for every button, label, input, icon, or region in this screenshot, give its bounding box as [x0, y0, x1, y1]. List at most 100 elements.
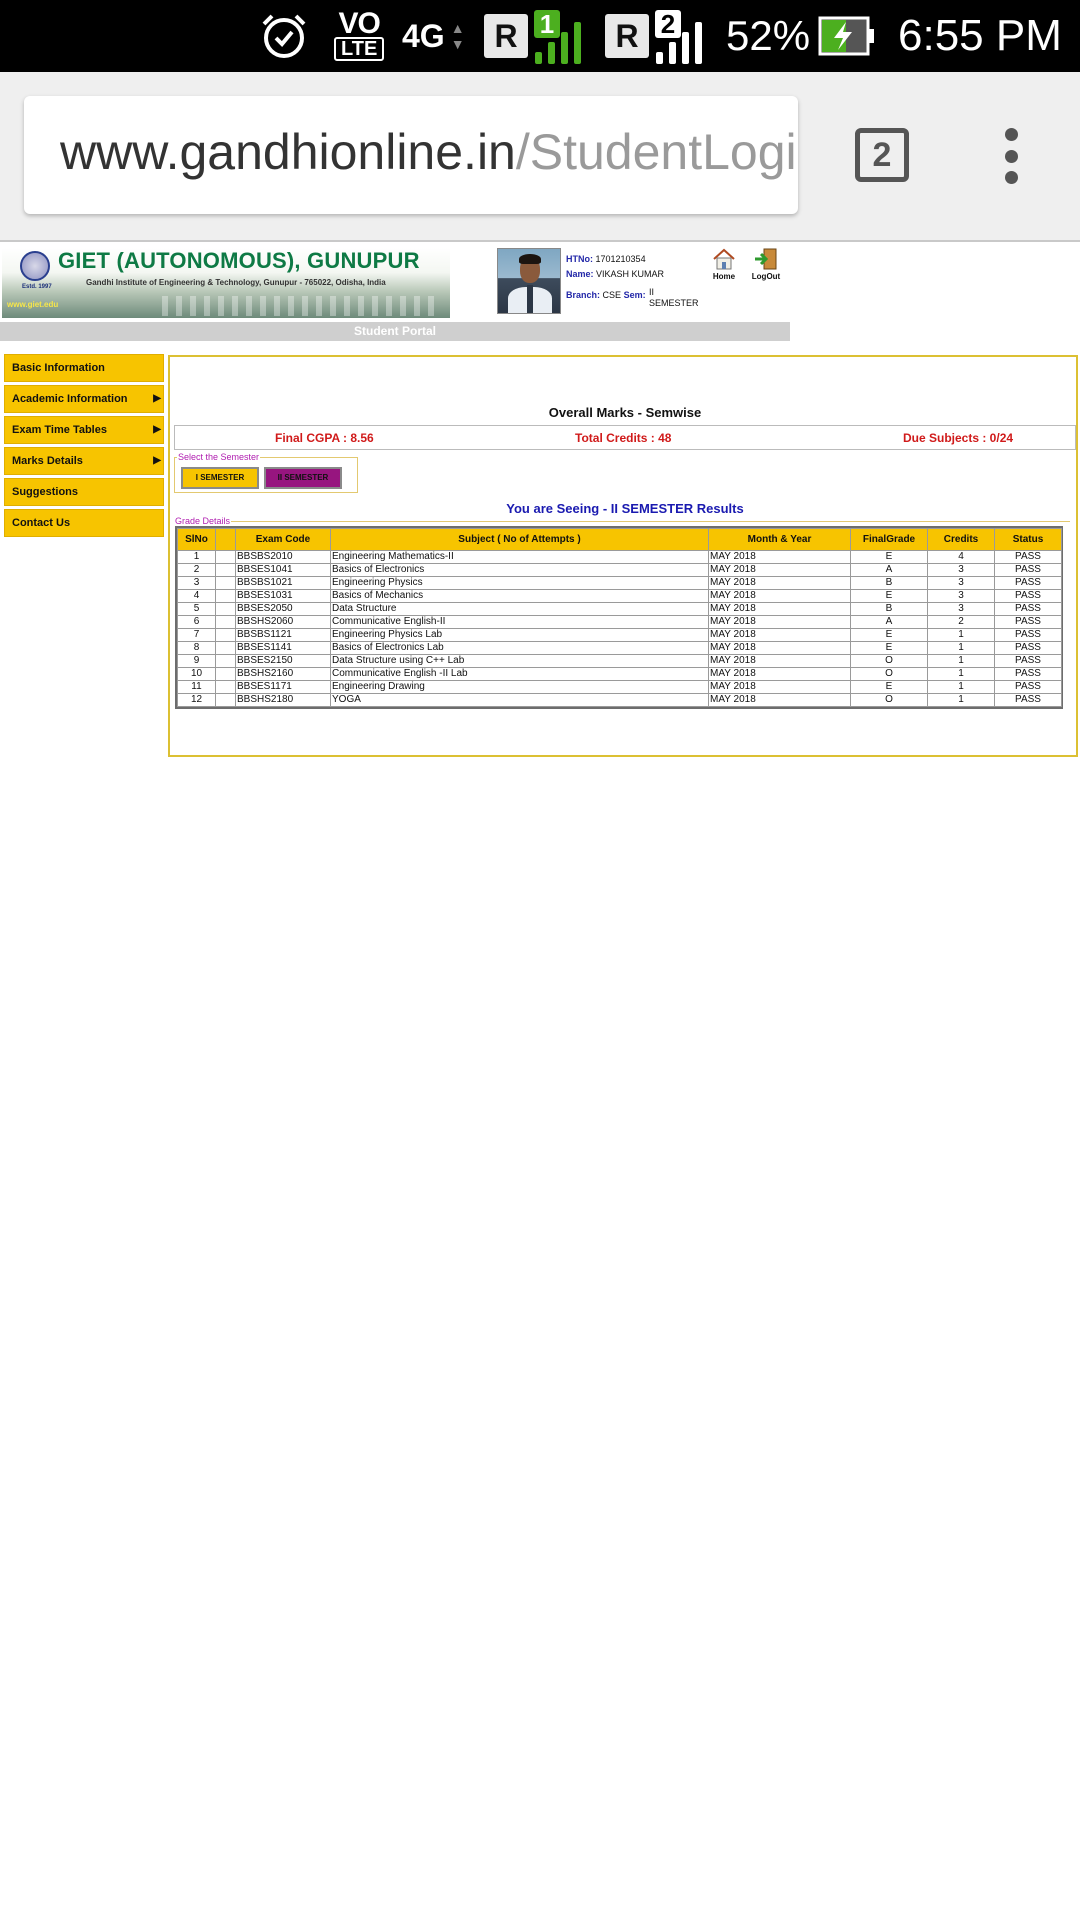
exam-code-cell: BBSES1171 [235, 680, 331, 694]
sidebar-item-label: Exam Time Tables [12, 424, 107, 436]
blank-cell [215, 680, 236, 694]
status-cell: PASS [994, 550, 1062, 564]
grade-table-wrapper: SlNo Exam Code Subject ( No of Attempts … [175, 526, 1063, 709]
browser-toolbar: www.gandhionline.in/StudentLogi 2 [0, 72, 1080, 242]
grade-details: Grade Details SlNo Exam Code Subject ( N… [174, 516, 1070, 709]
month-year-cell: MAY 2018 [708, 563, 851, 577]
blank-cell [215, 641, 236, 655]
alarm-icon [258, 0, 310, 72]
blank-cell [215, 693, 236, 707]
sl-no-cell: 2 [177, 563, 216, 577]
sidebar-item-contact-us[interactable]: Contact Us [4, 509, 164, 537]
htno-label: HTNo: [566, 254, 593, 264]
sidebar-menu: Basic Information Academic Information ▶ … [4, 354, 164, 540]
table-row: 7 BBSBS1121 Engineering Physics Lab MAY 201… [177, 628, 1062, 642]
final-grade-cell: E [850, 628, 928, 642]
subject-cell: Basics of Mechanics [330, 589, 709, 603]
sim2-roaming-badge: R [605, 14, 649, 58]
name-label: Name: [566, 269, 594, 279]
status-cell: PASS [994, 628, 1062, 642]
sidebar-item-marks-details[interactable]: Marks Details ▶ [4, 447, 164, 475]
column-header: Month & Year [708, 528, 851, 551]
exam-code-cell: BBSES1031 [235, 589, 331, 603]
column-header: Status [994, 528, 1062, 551]
table-row: 8 BBSES1141 Basics of Electronics Lab MAY 2… [177, 641, 1062, 655]
semester-1-button[interactable]: I SEMESTER [181, 467, 259, 489]
logout-label: LogOut [751, 272, 781, 281]
month-year-cell: MAY 2018 [708, 602, 851, 616]
sidebar-item-label: Basic Information [12, 362, 105, 374]
semester-2-button[interactable]: II SEMESTER [264, 467, 342, 489]
table-row: 6 BBSHS2060 Communicative English-II MAY 20… [177, 615, 1062, 629]
sidebar-item-academic-information[interactable]: Academic Information ▶ [4, 385, 164, 413]
subject-cell: Data Structure [330, 602, 709, 616]
final-grade-cell: B [850, 602, 928, 616]
sem-value: II SEMESTER [649, 287, 699, 308]
due-subjects: Due Subjects : 0/24 [903, 431, 1014, 445]
address-bar[interactable]: www.gandhionline.in/StudentLogi [24, 96, 798, 214]
home-button[interactable]: Home [707, 248, 741, 281]
status-cell: PASS [994, 602, 1062, 616]
month-year-cell: MAY 2018 [708, 667, 851, 681]
month-year-cell: MAY 2018 [708, 550, 851, 564]
month-year-cell: MAY 2018 [708, 693, 851, 707]
signal-icon [535, 10, 587, 64]
grade-table-body: 1 BBSBS2010 Engineering Mathematics-II MAY … [177, 550, 1062, 707]
clock: 6:55 PM [898, 11, 1062, 60]
credits-cell: 2 [927, 615, 995, 629]
overflow-menu-icon[interactable] [1000, 128, 1022, 184]
url-host: www.gandhionline.in [60, 124, 516, 180]
blank-cell [215, 550, 236, 564]
sem-label: Sem: [623, 290, 646, 300]
sidebar-item-exam-time-tables[interactable]: Exam Time Tables ▶ [4, 416, 164, 444]
tabs-button[interactable]: 2 [855, 128, 909, 182]
credits-cell: 1 [927, 693, 995, 707]
exam-code-cell: BBSES1141 [235, 641, 331, 655]
college-banner: Estd. 1997 GIET (AUTONOMOUS), GUNUPUR Ga… [2, 248, 450, 318]
credits-cell: 4 [927, 550, 995, 564]
status-cell: PASS [994, 615, 1062, 629]
submenu-arrow-icon: ▶ [153, 455, 161, 466]
exam-code-cell: BBSBS2010 [235, 550, 331, 564]
sidebar-item-label: Marks Details [12, 455, 83, 467]
status-cell: PASS [994, 680, 1062, 694]
branch-value: CSE [602, 290, 622, 300]
data-arrows-icon: ▲ ▼ [450, 20, 465, 52]
sidebar-item-basic-information[interactable]: Basic Information [4, 354, 164, 382]
table-row: 10 BBSHS2160 Communicative English -II Lab… [177, 667, 1062, 681]
subject-cell: Communicative English -II Lab [330, 667, 709, 681]
sl-no-cell: 3 [177, 576, 216, 590]
semester-selector: Select the Semester I SEMESTER II SEMEST… [174, 452, 358, 493]
volte-icon: VO LTE [334, 0, 385, 72]
blank-cell [215, 563, 236, 577]
total-credits: Total Credits : 48 [575, 431, 672, 445]
credits-cell: 3 [927, 602, 995, 616]
exam-code-cell: BBSHS2180 [235, 693, 331, 707]
subject-cell: Engineering Drawing [330, 680, 709, 694]
student-photo [497, 248, 561, 314]
logout-button[interactable]: LogOut [749, 248, 783, 281]
final-grade-cell: E [850, 680, 928, 694]
battery-charging-icon [818, 0, 876, 72]
subject-cell: YOGA [330, 693, 709, 707]
status-bar: VO LTE 4G ▲ ▼ R 1 R 2 52% 6:55 PM [0, 0, 1080, 72]
subject-cell: Communicative English-II [330, 615, 709, 629]
sl-no-cell: 6 [177, 615, 216, 629]
final-grade-cell: O [850, 693, 928, 707]
sidebar-item-suggestions[interactable]: Suggestions [4, 478, 164, 506]
table-row: 12 BBSHS2180 YOGA MAY 2018 O 1 PASS [177, 693, 1062, 707]
sl-no-cell: 8 [177, 641, 216, 655]
sl-no-cell: 11 [177, 680, 216, 694]
final-grade-cell: E [850, 641, 928, 655]
sl-no-cell: 5 [177, 602, 216, 616]
sl-no-cell: 7 [177, 628, 216, 642]
final-cgpa: Final CGPA : 8.56 [275, 431, 374, 445]
subject-cell: Engineering Mathematics-II [330, 550, 709, 564]
status-cell: PASS [994, 589, 1062, 603]
home-icon [713, 248, 735, 270]
blank-cell [215, 654, 236, 668]
semester-legend: Select the Semester [177, 452, 261, 462]
results-heading: You are Seeing - II SEMESTER Results [506, 501, 744, 516]
column-header [215, 528, 236, 551]
sidebar-item-label: Contact Us [12, 517, 71, 529]
